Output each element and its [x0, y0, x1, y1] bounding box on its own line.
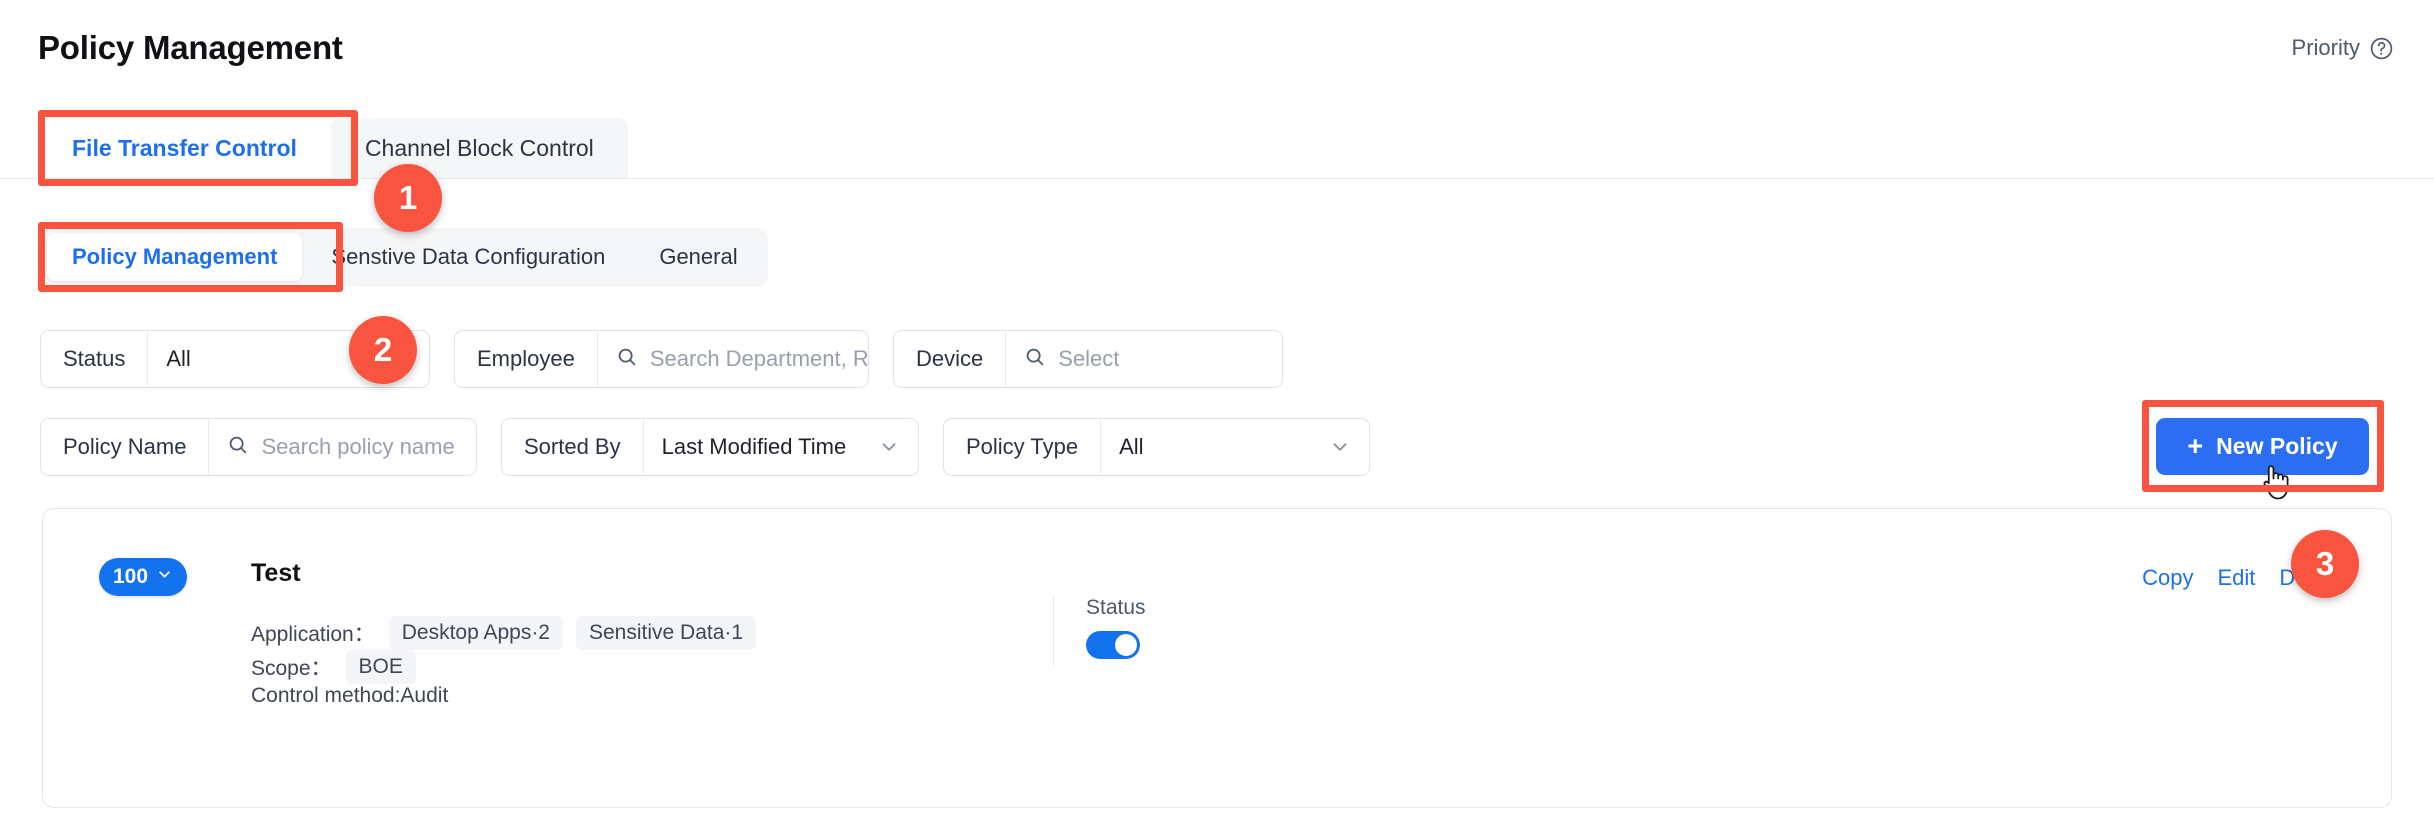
status-chevron-down-icon[interactable]	[389, 331, 429, 387]
plus-icon: +	[2187, 431, 2204, 461]
status-filter[interactable]: Status All	[40, 330, 430, 388]
tab-channel-block-control[interactable]: Channel Block Control	[330, 118, 628, 178]
application-chip[interactable]: Desktop Apps·2	[388, 616, 563, 650]
policy-type-filter-label: Policy Type	[944, 419, 1102, 475]
application-label: Application：	[251, 623, 375, 646]
policy-card-actions: Copy Edit Delete	[2142, 565, 2343, 591]
edit-policy-link[interactable]: Edit	[2217, 565, 2255, 591]
primary-tab-divider	[0, 178, 2434, 179]
policy-priority-badge[interactable]: 100	[99, 558, 187, 596]
policy-name: Test	[251, 559, 301, 587]
sorted-by-chevron-down-icon[interactable]	[878, 419, 918, 475]
search-icon	[227, 434, 249, 461]
tab-general[interactable]: General	[634, 233, 762, 281]
secondary-tab-bar: Policy Management Senstive Data Configur…	[42, 228, 768, 286]
sorted-by-filter-label: Sorted By	[502, 419, 644, 475]
copy-policy-link[interactable]: Copy	[2142, 565, 2193, 591]
policy-type-filter[interactable]: Policy Type All	[943, 418, 1370, 476]
new-policy-button-label: New Policy	[2216, 433, 2338, 459]
control-method-text: Control method:Audit	[251, 684, 449, 707]
employee-search-input[interactable]: Search Department, Role, Membe	[650, 346, 868, 372]
policy-control-method-row: Control method:Audit	[251, 684, 448, 708]
policy-status-toggle[interactable]	[1086, 631, 1140, 659]
device-filter[interactable]: Device Select	[893, 330, 1283, 388]
scope-label: Scope：	[251, 657, 332, 680]
status-filter-value: All	[166, 346, 191, 371]
page-title: Policy Management	[38, 29, 343, 66]
application-chip[interactable]: Sensitive Data·1	[576, 616, 757, 650]
policy-card: 100 Test Application： Desktop Apps·2 Sen…	[42, 508, 2392, 808]
policy-status-block: Status	[1053, 596, 1146, 666]
filter-row-secondary: Policy Name Search policy name Sorted By…	[40, 418, 1370, 476]
employee-filter[interactable]: Employee Search Department, Role, Membe	[454, 330, 869, 388]
policy-priority-value: 100	[112, 565, 149, 588]
primary-tab-bar: File Transfer Control Channel Block Cont…	[38, 118, 628, 178]
new-policy-button[interactable]: + New Policy	[2156, 418, 2369, 475]
tab-file-transfer-control[interactable]: File Transfer Control	[38, 118, 331, 178]
employee-filter-label: Employee	[455, 331, 598, 387]
policy-name-search-input[interactable]: Search policy name	[261, 434, 454, 460]
policy-name-filter[interactable]: Policy Name Search policy name	[40, 418, 477, 476]
policy-type-filter-value: All	[1119, 434, 1144, 459]
device-search-input[interactable]: Select	[1058, 346, 1119, 372]
policy-application-row: Application： Desktop Apps·2 Sensitive Da…	[251, 616, 757, 650]
policy-status-label: Status	[1086, 596, 1146, 619]
policy-scope-row: Scope： BOE	[251, 650, 416, 684]
tab-senstive-data-configuration[interactable]: Senstive Data Configuration	[306, 233, 630, 281]
scope-chip[interactable]: BOE	[345, 650, 416, 684]
help-circle-icon[interactable]	[2369, 36, 2394, 61]
search-icon	[1024, 346, 1046, 373]
sorted-by-filter[interactable]: Sorted By Last Modified Time	[501, 418, 919, 476]
chevron-down-icon	[156, 565, 173, 589]
status-filter-label: Status	[41, 331, 149, 387]
search-icon	[616, 346, 638, 373]
priority-indicator[interactable]: Priority	[2292, 35, 2394, 61]
page-header: Policy Management Priority	[0, 0, 2434, 96]
policy-type-chevron-down-icon[interactable]	[1329, 419, 1369, 475]
sorted-by-filter-value: Last Modified Time	[661, 434, 847, 459]
tab-policy-management[interactable]: Policy Management	[47, 233, 303, 281]
priority-label: Priority	[2291, 35, 2360, 60]
policy-name-filter-label: Policy Name	[41, 419, 210, 475]
device-filter-label: Device	[894, 331, 1007, 387]
filter-row-primary: Status All Employee Search Department, R…	[40, 330, 1283, 388]
delete-policy-link[interactable]: Delete	[2279, 565, 2343, 591]
